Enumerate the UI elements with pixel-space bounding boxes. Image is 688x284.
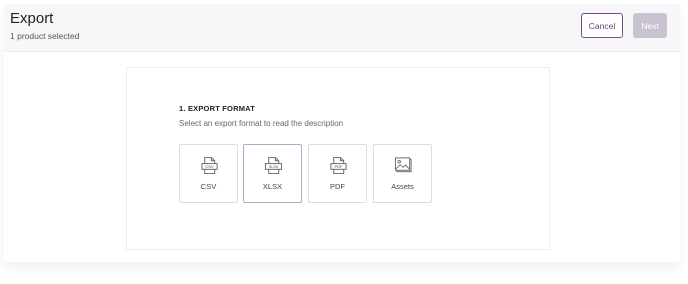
pdf-file-icon: PDF — [330, 156, 347, 175]
svg-text:CSV: CSV — [205, 164, 214, 169]
page-header: Export 1 product selected Cancel Next — [4, 4, 680, 52]
format-label: Assets — [391, 182, 414, 191]
format-option-assets[interactable]: Assets — [373, 144, 432, 203]
format-label: PDF — [330, 182, 345, 191]
format-option-xlsx[interactable]: XLSX XLSX — [243, 144, 302, 203]
section-title: 1. EXPORT FORMAT — [179, 104, 255, 113]
page-title: Export — [10, 10, 54, 27]
section-description: Select an export format to read the desc… — [179, 119, 344, 128]
xlsx-file-icon: XLSX — [264, 156, 283, 175]
format-option-csv[interactable]: CSV CSV — [179, 144, 238, 203]
export-format-card: 1. EXPORT FORMAT Select an export format… — [126, 67, 550, 250]
export-page: Export 1 product selected Cancel Next 1.… — [4, 4, 680, 262]
selection-count: 1 product selected — [10, 31, 80, 41]
svg-text:PDF: PDF — [335, 164, 344, 169]
cancel-button[interactable]: Cancel — [581, 13, 623, 38]
format-label: CSV — [200, 182, 217, 191]
format-label: XLSX — [262, 182, 283, 191]
csv-file-icon: CSV — [201, 156, 218, 175]
format-option-pdf[interactable]: PDF PDF — [308, 144, 367, 203]
next-button[interactable]: Next — [633, 13, 667, 38]
svg-text:XLSX: XLSX — [269, 165, 279, 169]
image-icon — [394, 157, 412, 173]
